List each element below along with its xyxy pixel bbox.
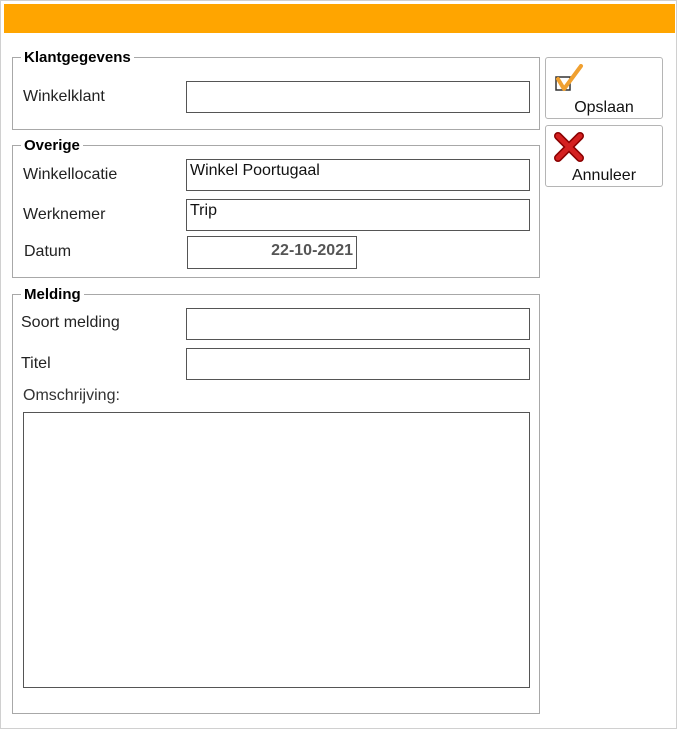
werknemer-field[interactable]: Trip xyxy=(186,199,530,231)
save-label: Opslaan xyxy=(574,99,634,116)
omschrijving-label: Omschrijving: xyxy=(23,387,120,404)
form-window: Klantgegevens Winkelklant Overige Winkel… xyxy=(0,0,677,729)
winkellocatie-label: Winkellocatie xyxy=(23,166,118,183)
overige-legend: Overige xyxy=(24,137,80,154)
werknemer-label: Werknemer xyxy=(23,206,106,223)
save-button[interactable]: Opslaan xyxy=(545,57,663,119)
soort-melding-label: Soort melding xyxy=(21,314,120,331)
klantgegevens-legend: Klantgegevens xyxy=(24,49,131,66)
title-bar xyxy=(4,4,675,33)
datum-field[interactable]: 22-10-2021 xyxy=(187,236,357,269)
titel-field[interactable] xyxy=(186,348,530,380)
checkmark-icon xyxy=(555,64,583,91)
winkellocatie-field[interactable]: Winkel Poortugaal xyxy=(186,159,530,191)
titel-label: Titel xyxy=(21,355,51,372)
soort-melding-field[interactable] xyxy=(186,308,530,340)
red-x-icon xyxy=(554,132,584,162)
omschrijving-textarea[interactable] xyxy=(23,412,530,688)
cancel-label: Annuleer xyxy=(571,167,637,184)
winkelklant-field[interactable] xyxy=(186,81,530,113)
winkelklant-label: Winkelklant xyxy=(23,88,105,105)
cancel-button[interactable]: Annuleer xyxy=(545,125,663,187)
melding-legend: Melding xyxy=(24,286,81,303)
datum-label: Datum xyxy=(24,243,72,260)
